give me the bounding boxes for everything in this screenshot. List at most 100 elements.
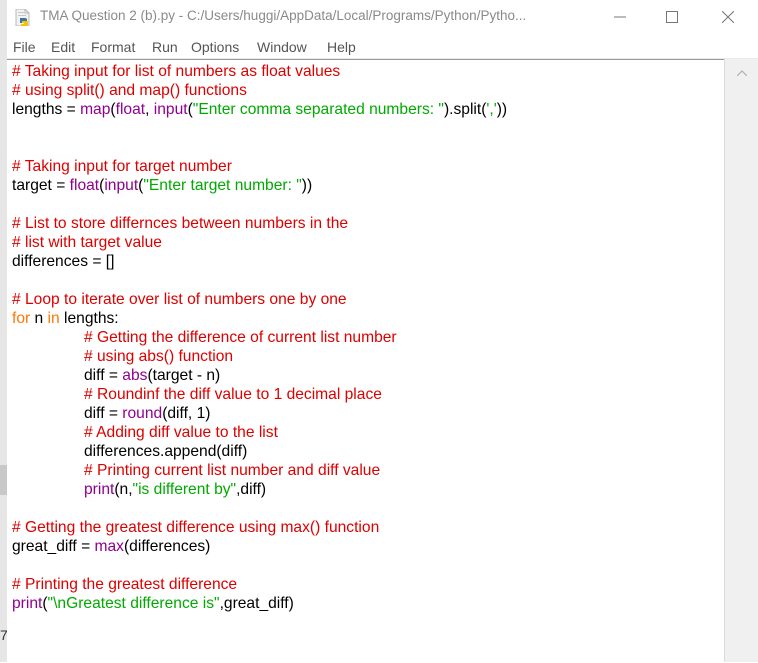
code-line[interactable]: print("\nGreatest difference is",great_d… bbox=[12, 594, 507, 613]
code-line[interactable]: # using abs() function bbox=[12, 347, 507, 366]
comment-token: # Loop to iterate over list of numbers o… bbox=[12, 291, 347, 308]
code-line[interactable] bbox=[12, 271, 507, 290]
code-token: ).split( bbox=[443, 101, 487, 118]
code-token: ,great_diff) bbox=[219, 595, 294, 612]
code-line[interactable]: differences.append(diff) bbox=[12, 442, 507, 461]
code-line[interactable]: # Adding diff value to the list bbox=[12, 423, 507, 442]
menu-bar: File Edit Format Run Options Window Help bbox=[7, 36, 758, 59]
menu-help[interactable]: Help bbox=[327, 39, 356, 55]
code-token: differences = [] bbox=[12, 253, 115, 270]
code-token: )) bbox=[496, 101, 508, 118]
code-line[interactable]: diff = round(diff, 1) bbox=[12, 404, 507, 423]
title-bar[interactable]: TMA Question 2 (b).py - C:/Users/huggi/A… bbox=[7, 0, 758, 35]
code-line[interactable] bbox=[12, 195, 507, 214]
code-line[interactable] bbox=[12, 138, 507, 157]
builtin-token: print bbox=[84, 481, 115, 498]
comment-token: # Roundinf the diff value to 1 decimal p… bbox=[84, 386, 382, 403]
code-line[interactable]: target = float(input("Enter target numbe… bbox=[12, 176, 507, 195]
code-line[interactable]: # using split() and map() functions bbox=[12, 81, 507, 100]
code-token: )) bbox=[301, 177, 313, 194]
idle-editor-window: TMA Question 2 (b).py - C:/Users/huggi/A… bbox=[7, 0, 758, 663]
builtin-token: input bbox=[153, 101, 188, 118]
comment-token: # using abs() function bbox=[84, 348, 234, 365]
code-token: target = bbox=[12, 177, 70, 194]
code-line[interactable]: # list with target value bbox=[12, 233, 507, 252]
code-text[interactable]: # Taking input for list of numbers as fl… bbox=[12, 62, 507, 613]
builtin-token: round bbox=[122, 405, 163, 422]
builtin-token: float bbox=[69, 177, 100, 194]
code-token: , bbox=[145, 101, 154, 118]
code-line[interactable] bbox=[12, 499, 507, 518]
code-token: differences.append(diff) bbox=[84, 443, 248, 460]
menu-format[interactable]: Format bbox=[91, 39, 135, 55]
code-line[interactable]: # List to store differnces between numbe… bbox=[12, 214, 507, 233]
comment-token: # Printing the greatest difference bbox=[12, 576, 238, 593]
code-line[interactable]: # Loop to iterate over list of numbers o… bbox=[12, 290, 507, 309]
builtin-token: map bbox=[80, 101, 111, 118]
builtin-token: abs bbox=[122, 367, 148, 384]
code-line[interactable]: lengths = map(float, input("Enter comma … bbox=[12, 100, 507, 119]
comment-token: # using split() and map() functions bbox=[12, 82, 247, 99]
code-line[interactable]: print(n,"is different by",diff) bbox=[12, 480, 507, 499]
comment-token: # List to store differnces between numbe… bbox=[12, 215, 349, 232]
code-token: ,diff) bbox=[236, 481, 267, 498]
comment-token: # Taking input for list of numbers as fl… bbox=[12, 63, 341, 80]
code-token: (n, bbox=[114, 481, 133, 498]
menu-options[interactable]: Options bbox=[191, 39, 239, 55]
comment-token: # Getting the greatest difference using … bbox=[12, 519, 380, 536]
code-token: (differences) bbox=[123, 538, 211, 555]
code-line[interactable]: # Taking input for list of numbers as fl… bbox=[12, 62, 507, 81]
comment-token: # list with target value bbox=[12, 234, 162, 251]
string-token: "\nGreatest difference is" bbox=[47, 595, 220, 612]
code-line[interactable]: # Printing current list number and diff … bbox=[12, 461, 507, 480]
code-line[interactable]: # Roundinf the diff value to 1 decimal p… bbox=[12, 385, 507, 404]
comment-token: # Taking input for target number bbox=[12, 158, 232, 175]
builtin-token: float bbox=[115, 101, 146, 118]
code-line[interactable] bbox=[12, 556, 507, 575]
string-token: "Enter target number: " bbox=[143, 177, 302, 194]
code-token: diff = bbox=[84, 405, 123, 422]
code-line[interactable]: # Printing the greatest difference bbox=[12, 575, 507, 594]
comment-token: # Printing current list number and diff … bbox=[84, 462, 381, 479]
background-text-fragment: 76 bbox=[0, 627, 7, 643]
code-line[interactable] bbox=[12, 119, 507, 138]
menu-file[interactable]: File bbox=[13, 39, 36, 55]
code-line[interactable]: # Getting the difference of current list… bbox=[12, 328, 507, 347]
code-token: (target - n) bbox=[147, 367, 221, 384]
string-token: "is different by" bbox=[132, 481, 237, 498]
maximize-button[interactable] bbox=[649, 0, 695, 33]
code-editor[interactable]: # Taking input for list of numbers as fl… bbox=[7, 59, 724, 663]
comment-token: # Getting the difference of current list… bbox=[84, 329, 397, 346]
close-button[interactable] bbox=[705, 0, 751, 33]
builtin-token: max bbox=[94, 538, 124, 555]
string-token: "Enter comma separated numbers: " bbox=[192, 101, 444, 118]
comment-token: # Adding diff value to the list bbox=[84, 424, 278, 441]
vertical-scrollbar[interactable] bbox=[724, 59, 758, 662]
code-token: great_diff = bbox=[12, 538, 95, 555]
menu-edit[interactable]: Edit bbox=[51, 39, 75, 55]
code-line[interactable]: # Taking input for target number bbox=[12, 157, 507, 176]
menu-window[interactable]: Window bbox=[257, 39, 307, 55]
code-token: diff = bbox=[84, 367, 123, 384]
builtin-token: print bbox=[12, 595, 43, 612]
keyword-token: for bbox=[12, 310, 31, 327]
code-token: n bbox=[30, 310, 48, 327]
string-token: ',' bbox=[486, 101, 497, 118]
builtin-token: input bbox=[104, 177, 139, 194]
code-token: (diff, 1) bbox=[162, 405, 211, 422]
code-token: lengths: bbox=[59, 310, 119, 327]
window-title: TMA Question 2 (b).py - C:/Users/huggi/A… bbox=[40, 8, 527, 23]
code-line[interactable]: diff = abs(target - n) bbox=[12, 366, 507, 385]
menu-run[interactable]: Run bbox=[152, 39, 178, 55]
keyword-token: in bbox=[47, 310, 60, 327]
code-line[interactable]: differences = [] bbox=[12, 252, 507, 271]
background-window-edge: 76 bbox=[0, 0, 7, 662]
minimize-button[interactable] bbox=[597, 0, 643, 33]
code-line[interactable]: # Getting the greatest difference using … bbox=[12, 518, 507, 537]
scroll-up-arrow-icon[interactable] bbox=[736, 67, 748, 79]
background-window-strip bbox=[0, 465, 7, 495]
code-token: lengths = bbox=[12, 101, 81, 118]
code-line[interactable]: great_diff = max(differences) bbox=[12, 537, 507, 556]
code-line[interactable]: for n in lengths: bbox=[12, 309, 507, 328]
python-file-icon bbox=[15, 8, 31, 27]
